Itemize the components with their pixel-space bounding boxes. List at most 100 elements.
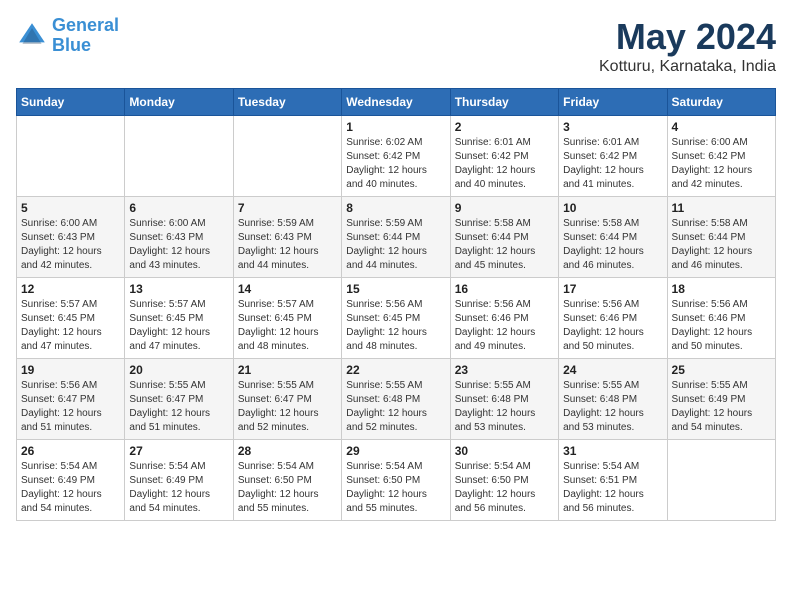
calendar-day-cell: 16 Sunrise: 5:56 AM Sunset: 6:46 PM Dayli… <box>450 278 558 359</box>
weekday-header: Sunday <box>17 89 125 116</box>
day-info: Sunrise: 6:00 AM Sunset: 6:42 PM Dayligh… <box>672 136 771 192</box>
calendar-day-cell <box>667 440 775 521</box>
calendar-day-cell: 18 Sunrise: 5:56 AM Sunset: 6:46 PM Dayli… <box>667 278 775 359</box>
day-info: Sunrise: 6:01 AM Sunset: 6:42 PM Dayligh… <box>455 136 554 192</box>
calendar-day-cell: 8Sunrise: 5:59 AM Sunset: 6:44 PM Daylig… <box>342 197 450 278</box>
day-number: 16 <box>455 282 554 296</box>
day-info: Sunrise: 5:55 AM Sunset: 6:49 PM Dayligh… <box>672 379 771 435</box>
calendar-day-cell: 3 Sunrise: 6:01 AM Sunset: 6:42 PM Daylig… <box>559 116 667 197</box>
calendar-day-cell: 2 Sunrise: 6:01 AM Sunset: 6:42 PM Daylig… <box>450 116 558 197</box>
calendar-day-cell: 11 Sunrise: 5:58 AM Sunset: 6:44 PM Dayli… <box>667 197 775 278</box>
calendar-day-cell: 25 Sunrise: 5:55 AM Sunset: 6:49 PM Dayli… <box>667 359 775 440</box>
day-number: 5 <box>21 201 120 215</box>
calendar-day-cell: 27 Sunrise: 5:54 AM Sunset: 6:49 PM Dayli… <box>125 440 233 521</box>
day-info: Sunrise: 5:59 AM Sunset: 6:43 PM Dayligh… <box>238 217 337 273</box>
day-number: 24 <box>563 363 662 377</box>
day-info: Sunrise: 5:54 AM Sunset: 6:50 PM Dayligh… <box>346 460 445 516</box>
calendar-day-cell: 29Sunrise: 5:54 AM Sunset: 6:50 PM Dayli… <box>342 440 450 521</box>
day-number: 22 <box>346 363 445 377</box>
day-number: 11 <box>672 201 771 215</box>
day-info: Sunrise: 5:57 AM Sunset: 6:45 PM Dayligh… <box>21 298 120 354</box>
day-number: 27 <box>129 444 228 458</box>
calendar-day-cell: 17 Sunrise: 5:56 AM Sunset: 6:46 PM Dayli… <box>559 278 667 359</box>
calendar-day-cell: 14 Sunrise: 5:57 AM Sunset: 6:45 PM Dayli… <box>233 278 341 359</box>
day-number: 2 <box>455 120 554 134</box>
weekday-header: Saturday <box>667 89 775 116</box>
day-number: 13 <box>129 282 228 296</box>
calendar-day-cell: 6Sunrise: 6:00 AM Sunset: 6:43 PM Daylig… <box>125 197 233 278</box>
calendar-day-cell: 15 Sunrise: 5:56 AM Sunset: 6:45 PM Dayli… <box>342 278 450 359</box>
calendar-day-cell: 21Sunrise: 5:55 AM Sunset: 6:47 PM Dayli… <box>233 359 341 440</box>
day-info: Sunrise: 6:02 AM Sunset: 6:42 PM Dayligh… <box>346 136 445 192</box>
day-number: 9 <box>455 201 554 215</box>
day-info: Sunrise: 5:58 AM Sunset: 6:44 PM Dayligh… <box>563 217 662 273</box>
calendar-week-row: 5 Sunrise: 6:00 AM Sunset: 6:43 PM Daylig… <box>17 197 776 278</box>
weekday-header: Friday <box>559 89 667 116</box>
day-info: Sunrise: 5:55 AM Sunset: 6:47 PM Dayligh… <box>129 379 228 435</box>
weekday-header: Wednesday <box>342 89 450 116</box>
calendar-week-row: 19Sunrise: 5:56 AM Sunset: 6:47 PM Dayli… <box>17 359 776 440</box>
logo-text: General Blue <box>52 16 119 56</box>
calendar-day-cell: 26 Sunrise: 5:54 AM Sunset: 6:49 PM Dayli… <box>17 440 125 521</box>
calendar-day-cell: 31Sunrise: 5:54 AM Sunset: 6:51 PM Dayli… <box>559 440 667 521</box>
page-header: General Blue May 2024 Kotturu, Karnataka… <box>16 16 776 76</box>
day-info: Sunrise: 5:55 AM Sunset: 6:48 PM Dayligh… <box>455 379 554 435</box>
day-number: 31 <box>563 444 662 458</box>
day-info: Sunrise: 5:54 AM Sunset: 6:50 PM Dayligh… <box>455 460 554 516</box>
day-number: 18 <box>672 282 771 296</box>
day-info: Sunrise: 5:57 AM Sunset: 6:45 PM Dayligh… <box>238 298 337 354</box>
day-number: 30 <box>455 444 554 458</box>
day-info: Sunrise: 5:56 AM Sunset: 6:45 PM Dayligh… <box>346 298 445 354</box>
day-number: 21 <box>238 363 337 377</box>
calendar-day-cell <box>125 116 233 197</box>
day-info: Sunrise: 5:56 AM Sunset: 6:46 PM Dayligh… <box>455 298 554 354</box>
day-number: 23 <box>455 363 554 377</box>
calendar-day-cell: 9 Sunrise: 5:58 AM Sunset: 6:44 PM Daylig… <box>450 197 558 278</box>
day-info: Sunrise: 5:56 AM Sunset: 6:46 PM Dayligh… <box>563 298 662 354</box>
day-info: Sunrise: 5:58 AM Sunset: 6:44 PM Dayligh… <box>672 217 771 273</box>
day-number: 14 <box>238 282 337 296</box>
day-info: Sunrise: 5:54 AM Sunset: 6:49 PM Dayligh… <box>21 460 120 516</box>
calendar-week-row: 1 Sunrise: 6:02 AM Sunset: 6:42 PM Daylig… <box>17 116 776 197</box>
calendar-day-cell: 7 Sunrise: 5:59 AM Sunset: 6:43 PM Daylig… <box>233 197 341 278</box>
day-number: 1 <box>346 120 445 134</box>
calendar-week-row: 26 Sunrise: 5:54 AM Sunset: 6:49 PM Dayli… <box>17 440 776 521</box>
calendar-day-cell: 28Sunrise: 5:54 AM Sunset: 6:50 PM Dayli… <box>233 440 341 521</box>
day-info: Sunrise: 5:57 AM Sunset: 6:45 PM Dayligh… <box>129 298 228 354</box>
day-number: 25 <box>672 363 771 377</box>
calendar-day-cell <box>17 116 125 197</box>
calendar-day-cell: 12 Sunrise: 5:57 AM Sunset: 6:45 PM Dayli… <box>17 278 125 359</box>
day-number: 15 <box>346 282 445 296</box>
day-number: 3 <box>563 120 662 134</box>
day-info: Sunrise: 5:58 AM Sunset: 6:44 PM Dayligh… <box>455 217 554 273</box>
day-info: Sunrise: 5:56 AM Sunset: 6:46 PM Dayligh… <box>672 298 771 354</box>
calendar-day-cell: 4Sunrise: 6:00 AM Sunset: 6:42 PM Daylig… <box>667 116 775 197</box>
weekday-header: Tuesday <box>233 89 341 116</box>
day-info: Sunrise: 6:01 AM Sunset: 6:42 PM Dayligh… <box>563 136 662 192</box>
calendar-day-cell: 5 Sunrise: 6:00 AM Sunset: 6:43 PM Daylig… <box>17 197 125 278</box>
month-title: May 2024 <box>599 16 776 58</box>
calendar-day-cell: 24 Sunrise: 5:55 AM Sunset: 6:48 PM Dayli… <box>559 359 667 440</box>
calendar-day-cell: 13 Sunrise: 5:57 AM Sunset: 6:45 PM Dayli… <box>125 278 233 359</box>
day-info: Sunrise: 5:54 AM Sunset: 6:49 PM Dayligh… <box>129 460 228 516</box>
day-info: Sunrise: 5:55 AM Sunset: 6:48 PM Dayligh… <box>563 379 662 435</box>
day-number: 12 <box>21 282 120 296</box>
day-number: 7 <box>238 201 337 215</box>
day-number: 19 <box>21 363 120 377</box>
calendar-weekday-row: SundayMondayTuesdayWednesdayThursdayFrid… <box>17 89 776 116</box>
calendar-body: 1 Sunrise: 6:02 AM Sunset: 6:42 PM Daylig… <box>17 116 776 521</box>
location-title: Kotturu, Karnataka, India <box>599 58 776 76</box>
day-info: Sunrise: 5:54 AM Sunset: 6:50 PM Dayligh… <box>238 460 337 516</box>
logo-icon <box>16 20 48 52</box>
day-number: 10 <box>563 201 662 215</box>
calendar-day-cell: 19Sunrise: 5:56 AM Sunset: 6:47 PM Dayli… <box>17 359 125 440</box>
day-info: Sunrise: 6:00 AM Sunset: 6:43 PM Dayligh… <box>21 217 120 273</box>
weekday-header: Thursday <box>450 89 558 116</box>
calendar-week-row: 12 Sunrise: 5:57 AM Sunset: 6:45 PM Dayli… <box>17 278 776 359</box>
calendar-day-cell: 23 Sunrise: 5:55 AM Sunset: 6:48 PM Dayli… <box>450 359 558 440</box>
day-info: Sunrise: 5:59 AM Sunset: 6:44 PM Dayligh… <box>346 217 445 273</box>
day-number: 26 <box>21 444 120 458</box>
day-number: 17 <box>563 282 662 296</box>
calendar-table: SundayMondayTuesdayWednesdayThursdayFrid… <box>16 88 776 521</box>
weekday-header: Monday <box>125 89 233 116</box>
